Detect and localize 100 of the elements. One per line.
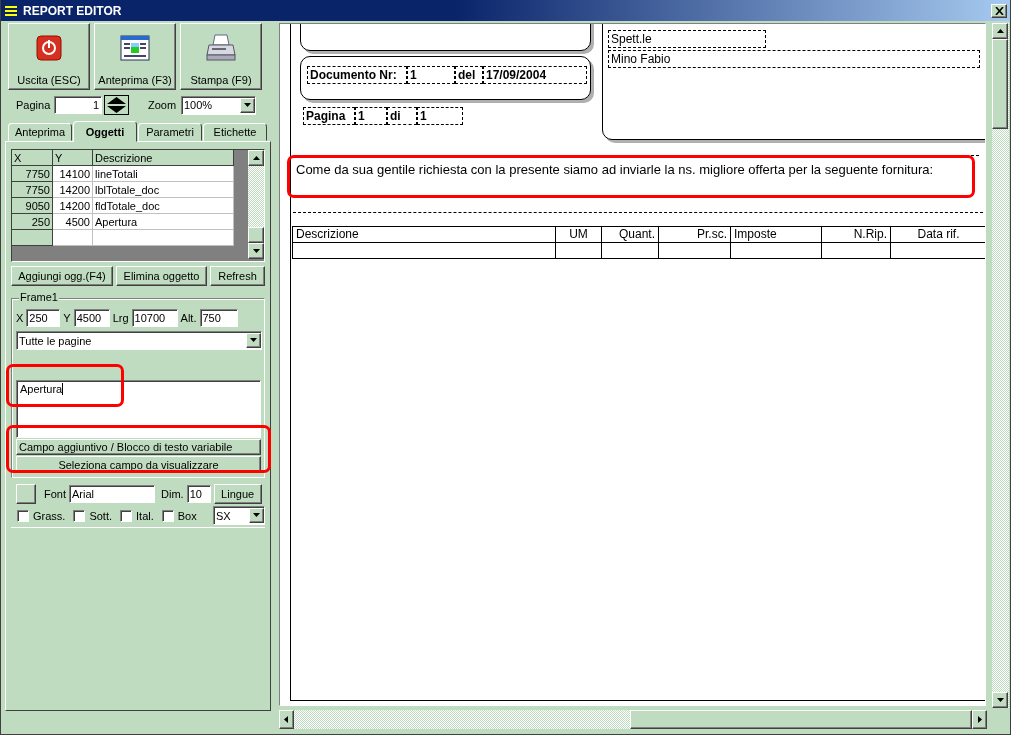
field-label: Lrg [112, 312, 129, 324]
column-header: Quant. [602, 227, 659, 242]
number-field[interactable]: 4500 [73, 309, 110, 327]
font-field[interactable]: Arial [69, 485, 155, 503]
intro-text[interactable]: Come da sua gentile richiesta con la presente siamo ad inviarle la ns. migliore offerta per la seguente fornitura: [294, 155, 979, 188]
report-label[interactable]: Pagina [303, 107, 355, 125]
report-field[interactable]: Spett.le [608, 30, 766, 48]
tab[interactable]: Parametri [138, 123, 202, 141]
size-field[interactable]: 10 [186, 485, 211, 503]
vertical-scrollbar[interactable] [992, 23, 1009, 708]
scroll-right-button[interactable] [972, 710, 987, 729]
preview-button[interactable]: Anteprima (F3) [94, 23, 176, 90]
column-header[interactable]: Descrizione [93, 150, 234, 166]
tab[interactable]: Oggetti [73, 121, 137, 142]
up-arrow-icon [995, 26, 1005, 36]
scroll-left-button[interactable] [279, 710, 294, 729]
align-dropdown[interactable]: SX [213, 506, 265, 525]
row-header[interactable] [12, 230, 53, 246]
left-arrow-icon [282, 715, 291, 724]
table-cell: 14200 [53, 182, 93, 198]
add-object-button[interactable]: Aggiungi ogg.(F4) [11, 266, 113, 286]
up-arrow-icon [251, 153, 261, 163]
checkbox[interactable] [120, 509, 133, 522]
table-cell [53, 230, 93, 246]
report-field[interactable]: 1 [407, 66, 455, 84]
window-icon [120, 35, 150, 61]
tab[interactable]: Anteprima [8, 123, 72, 141]
scroll-down-button[interactable] [248, 243, 264, 259]
column-header: Pr.sc. [659, 227, 731, 242]
tab[interactable]: Etichette [203, 123, 267, 141]
down-arrow-icon [251, 246, 261, 256]
page-field[interactable]: 1 [54, 96, 102, 114]
close-button[interactable] [991, 3, 1007, 18]
report-field[interactable]: 1 [355, 107, 387, 125]
zoom-dropdown[interactable]: 100% [181, 95, 256, 115]
dropdown-arrow-icon [243, 100, 252, 110]
column-header: Data rif. [891, 227, 985, 242]
report-label[interactable]: di [387, 107, 417, 125]
dropdown-arrow-icon [249, 336, 258, 345]
pages-dropdown[interactable]: Tutte le pagine [16, 331, 262, 350]
column-header: Descrizione [293, 227, 556, 242]
scroll-up-button[interactable] [992, 23, 1008, 39]
field-label: Zoom [148, 99, 178, 111]
scroll-thumb[interactable] [248, 227, 264, 243]
menu-icon[interactable] [4, 4, 18, 17]
row-header[interactable]: 7750 [12, 182, 53, 198]
field-label: Font [44, 488, 66, 500]
vertical-scrollbar[interactable] [248, 150, 264, 259]
checkbox[interactable] [73, 509, 86, 522]
row-header[interactable]: 9050 [12, 198, 53, 214]
field-label: Pagina [16, 99, 52, 111]
color-button[interactable] [16, 484, 36, 504]
report-field[interactable]: 1 [417, 107, 463, 125]
report-field[interactable]: Mino Fabio [608, 50, 980, 68]
report-label[interactable]: Documento Nr: [307, 66, 407, 84]
checkbox[interactable] [161, 509, 174, 522]
number-field[interactable]: 10700 [131, 309, 178, 327]
table-cell: Apertura [93, 214, 234, 230]
table-cell: 14100 [53, 166, 93, 182]
field-label: Dim. [161, 488, 184, 500]
delete-object-button[interactable]: Elimina oggetto [116, 266, 207, 286]
scroll-up-button[interactable] [248, 150, 264, 166]
print-button[interactable]: Stampa (F9) [180, 23, 262, 90]
scroll-down-button[interactable] [992, 692, 1008, 708]
number-field[interactable]: 250 [26, 309, 61, 327]
report-field[interactable]: 17/09/2004 [483, 66, 587, 84]
exit-button[interactable]: Uscita (ESC) [8, 23, 90, 90]
number-field[interactable]: 750 [199, 309, 238, 327]
column-header: UM [556, 227, 602, 242]
table-cell: 14200 [53, 198, 93, 214]
power-icon [36, 35, 62, 61]
variable-block-label: Campo aggiuntivo / Blocco di testo variabile [16, 439, 261, 455]
languages-button[interactable]: Lingue [213, 484, 262, 504]
checkbox-label: Ital. [136, 509, 154, 522]
spinner-icon[interactable] [104, 95, 129, 115]
checkbox[interactable] [17, 509, 29, 522]
row-header[interactable]: 250 [12, 214, 53, 230]
row-header[interactable]: 7750 [12, 166, 53, 182]
column-header[interactable]: X [12, 150, 53, 166]
field-label: Alt. [180, 312, 197, 324]
field-label: Y [63, 312, 71, 324]
column-header: Imposte [731, 227, 822, 242]
horizontal-scrollbar[interactable] [279, 710, 987, 729]
text-area[interactable]: Apertura [16, 380, 261, 438]
column-header[interactable]: Y [53, 150, 93, 166]
down-arrow-icon [995, 695, 1005, 705]
items-table[interactable]: Descrizione UM Quant. Pr.sc. Imposte N.Rip. Data rif. [292, 226, 985, 259]
group-title: Frame1 [19, 291, 59, 303]
table-cell: lineTotali [93, 166, 234, 182]
report-label[interactable]: del [455, 66, 483, 84]
table-cell: fldTotale_doc [93, 198, 234, 214]
window-title: REPORT EDITOR [23, 3, 122, 18]
right-arrow-icon [975, 715, 984, 724]
scroll-thumb[interactable] [630, 710, 972, 729]
checkbox-label: Sott. [89, 509, 113, 522]
field-label: X [16, 312, 24, 324]
table-cell: 4500 [53, 214, 93, 230]
column-header: N.Rip. [822, 227, 891, 242]
refresh-button[interactable]: Refresh [210, 266, 265, 286]
scroll-thumb[interactable] [992, 39, 1008, 129]
